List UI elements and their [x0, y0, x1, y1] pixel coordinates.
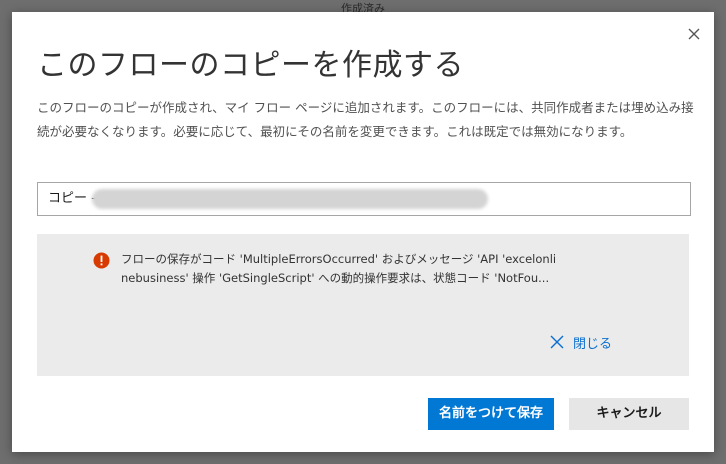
- close-dialog-button[interactable]: [684, 24, 704, 44]
- flow-name-input[interactable]: コピー -: [37, 182, 691, 216]
- error-message-panel: フローの保存がコード 'MultipleErrorsOccurred' およびメ…: [37, 234, 689, 376]
- copy-flow-dialog: このフローのコピーを作成する このフローのコピーが作成され、マイ フロー ページ…: [12, 12, 714, 452]
- error-icon: [93, 252, 110, 269]
- dialog-description: このフローのコピーが作成され、マイ フロー ページに追加されます。このフローには…: [37, 100, 694, 139]
- error-message-text: フローの保存がコード 'MultipleErrorsOccurred' およびメ…: [121, 252, 557, 285]
- error-close-label: 閉じる: [573, 336, 613, 352]
- close-icon: [688, 28, 700, 40]
- save-as-button[interactable]: 名前をつけて保存: [428, 398, 554, 430]
- close-icon: [550, 335, 564, 349]
- error-close-button[interactable]: 閉じる: [549, 330, 612, 354]
- redacted-flow-name: [92, 189, 488, 209]
- flow-name-prefix: コピー -: [48, 191, 96, 206]
- cancel-button[interactable]: キャンセル: [569, 398, 689, 430]
- dialog-title: このフローのコピーを作成する: [37, 48, 464, 83]
